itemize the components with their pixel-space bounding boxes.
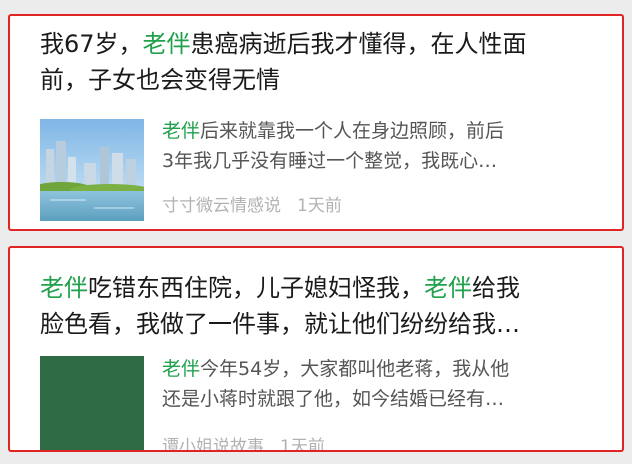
news-card[interactable]: 我67岁，老伴患癌病逝后我才懂得，在人性面 前，子女也会变得无情 老伴后来就靠我… bbox=[8, 14, 624, 231]
title-text: 给我 bbox=[472, 274, 520, 302]
keyword-highlight: 老伴 bbox=[162, 120, 201, 142]
title-text: 吃错东西住院，儿子媳妇怪我， bbox=[88, 274, 424, 302]
article-meta: 寸寸微云情感说 1天前 bbox=[162, 194, 342, 218]
article-snippet: 老伴今年54岁，大家都叫他老蒋，我从他 还是小蒋时就跟了他，如今结婚已经有… bbox=[162, 354, 604, 414]
keyword-highlight: 老伴 bbox=[162, 358, 201, 380]
title-text: 前，子女也会变得无情 bbox=[40, 66, 280, 94]
article-title[interactable]: 我67岁，老伴患癌病逝后我才懂得，在人性面 前，子女也会变得无情 bbox=[40, 26, 600, 98]
green-placeholder-image bbox=[40, 356, 144, 450]
publish-time: 1天前 bbox=[297, 196, 342, 216]
source-name[interactable]: 寸寸微云情感说 bbox=[162, 196, 281, 216]
source-name[interactable]: 谭小姐说故事 bbox=[162, 437, 264, 450]
article-title[interactable]: 老伴吃错东西住院，儿子媳妇怪我，老伴给我 脸色看，我做了一件事，就让他们纷纷给我… bbox=[40, 270, 600, 342]
keyword-highlight: 老伴 bbox=[40, 274, 88, 302]
snippet-text: 后来就靠我一个人在身边照顾，前后 bbox=[200, 120, 505, 142]
city-skyline-lake-photo bbox=[32, 119, 150, 221]
publish-time: 1天前 bbox=[280, 437, 325, 452]
title-text: 脸色看，我做了一件事，就让他们纷纷给我… bbox=[40, 310, 520, 338]
title-text: 我67岁， bbox=[40, 30, 143, 58]
title-text: 患癌病逝后我才懂得，在人性面 bbox=[190, 30, 527, 58]
article-meta: 谭小姐说故事 1天前 bbox=[162, 435, 325, 452]
snippet-text: 3年我几乎没有睡过一个整觉，我既心… bbox=[162, 150, 498, 172]
article-snippet: 老伴后来就靠我一个人在身边照顾，前后 3年我几乎没有睡过一个整觉，我既心… bbox=[162, 116, 604, 176]
keyword-highlight: 老伴 bbox=[142, 30, 191, 58]
snippet-text: 还是小蒋时就跟了他，如今结婚已经有… bbox=[162, 388, 505, 410]
keyword-highlight: 老伴 bbox=[424, 274, 472, 302]
news-card[interactable]: 老伴吃错东西住院，儿子媳妇怪我，老伴给我 脸色看，我做了一件事，就让他们纷纷给我… bbox=[8, 246, 624, 452]
article-thumbnail[interactable] bbox=[40, 356, 144, 450]
snippet-text: 今年54岁，大家都叫他老蒋，我从他 bbox=[200, 358, 510, 380]
article-thumbnail[interactable] bbox=[32, 119, 150, 221]
